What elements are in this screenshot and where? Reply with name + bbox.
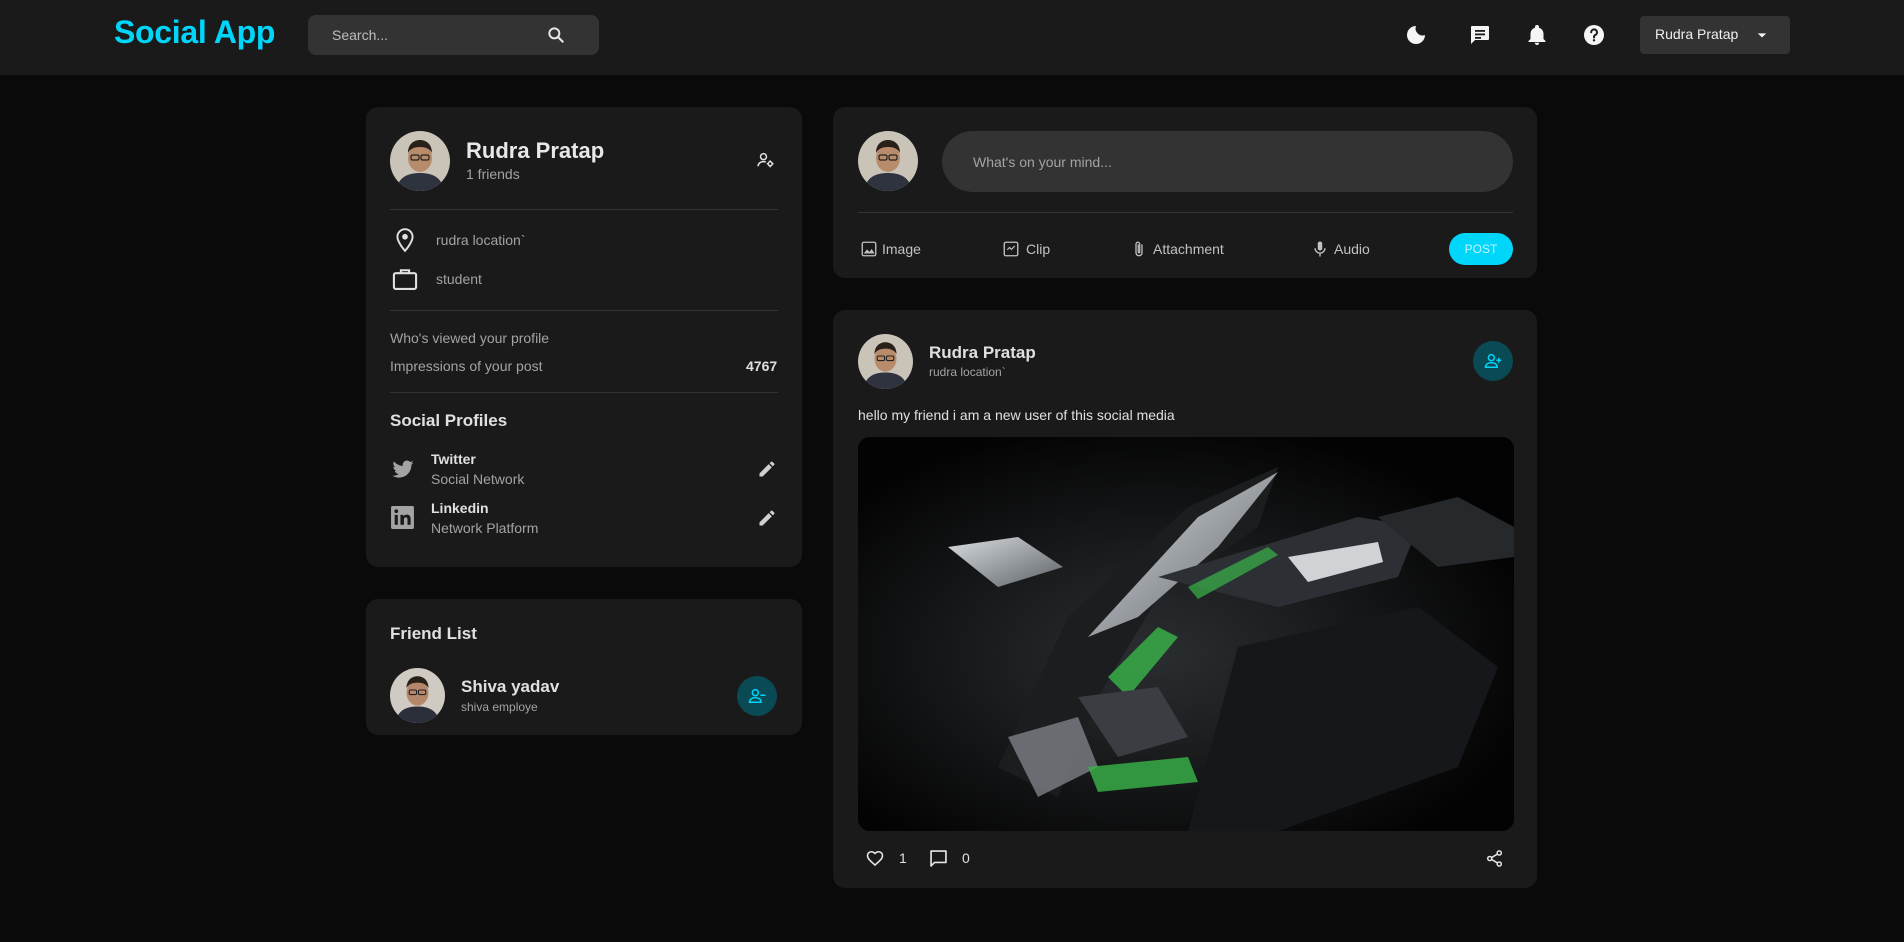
search-box bbox=[308, 15, 599, 55]
clip-option[interactable]: Clip bbox=[1002, 238, 1072, 260]
microphone-icon bbox=[1314, 241, 1326, 257]
search-icon[interactable] bbox=[546, 25, 566, 45]
post-image[interactable] bbox=[858, 437, 1514, 831]
image-option-label: Image bbox=[882, 241, 921, 257]
user-select-value: Rudra Pratap bbox=[1655, 26, 1739, 42]
attachment-option[interactable]: Attachment bbox=[1130, 238, 1240, 260]
friend-avatar[interactable] bbox=[390, 668, 445, 723]
profile-location: rudra location` bbox=[436, 232, 526, 248]
post-author-avatar[interactable] bbox=[858, 334, 913, 389]
person-add-icon bbox=[1484, 353, 1502, 368]
share-icon[interactable] bbox=[1485, 849, 1504, 868]
work-icon bbox=[392, 269, 418, 290]
friend-name[interactable]: Shiva yadav bbox=[461, 677, 559, 697]
manage-accounts-icon[interactable] bbox=[756, 150, 776, 170]
social-profiles-title: Social Profiles bbox=[390, 411, 508, 430]
user-select-dropdown[interactable]: Rudra Pratap bbox=[1640, 16, 1790, 54]
notifications-icon[interactable] bbox=[1525, 23, 1549, 47]
like-icon[interactable] bbox=[864, 848, 886, 868]
profile-name[interactable]: Rudra Pratap bbox=[466, 138, 604, 164]
remove-friend-button[interactable] bbox=[737, 676, 777, 716]
clip-option-label: Clip bbox=[1026, 241, 1051, 257]
post-author-location: rudra location` bbox=[929, 365, 1006, 379]
friend-subtitle: shiva employe bbox=[461, 700, 538, 714]
person-remove-icon bbox=[748, 688, 766, 703]
add-friend-button[interactable] bbox=[1473, 341, 1513, 381]
impressions-label: Impressions of your post bbox=[390, 358, 543, 374]
social-name-twitter: Twitter bbox=[431, 451, 476, 467]
help-icon[interactable] bbox=[1582, 23, 1606, 47]
comment-count: 0 bbox=[962, 850, 970, 866]
impressions-value: 4767 bbox=[746, 358, 778, 374]
twitter-icon bbox=[392, 460, 414, 478]
audio-option[interactable]: Audio bbox=[1311, 238, 1391, 260]
social-name-linkedin: Linkedin bbox=[431, 500, 489, 516]
message-icon[interactable] bbox=[1468, 23, 1492, 47]
profile-divider bbox=[390, 209, 778, 210]
audio-option-label: Audio bbox=[1334, 241, 1370, 257]
friends-count: 1 friends bbox=[466, 166, 520, 182]
profile-divider bbox=[390, 392, 778, 393]
top-navbar: Social App Rudra Pratap bbox=[0, 0, 1904, 75]
post-button[interactable]: POST bbox=[1449, 233, 1513, 265]
profile-occupation: student bbox=[436, 271, 482, 287]
attachment-option-label: Attachment bbox=[1153, 241, 1224, 257]
chevron-down-icon bbox=[1757, 33, 1767, 38]
social-sub-twitter: Social Network bbox=[431, 471, 525, 487]
post-text: hello my friend i am a new user of this … bbox=[858, 407, 1175, 423]
profile-avatar[interactable] bbox=[390, 131, 450, 191]
search-input[interactable] bbox=[332, 15, 552, 55]
dark-mode-icon[interactable] bbox=[1404, 23, 1428, 47]
like-count: 1 bbox=[899, 850, 907, 866]
location-icon bbox=[396, 228, 414, 253]
viewed-label: Who's viewed your profile bbox=[390, 330, 550, 346]
post-input[interactable] bbox=[942, 131, 1513, 192]
attachment-icon bbox=[1135, 241, 1143, 257]
edit-icon[interactable] bbox=[757, 508, 777, 528]
edit-icon[interactable] bbox=[757, 459, 777, 479]
app-logo[interactable]: Social App bbox=[114, 14, 275, 51]
composer-avatar[interactable] bbox=[858, 131, 918, 191]
comment-icon[interactable] bbox=[928, 848, 949, 869]
linkedin-icon bbox=[391, 506, 414, 529]
gif-box-icon bbox=[1003, 241, 1019, 257]
post-author-name[interactable]: Rudra Pratap bbox=[929, 343, 1036, 363]
social-sub-linkedin: Network Platform bbox=[431, 520, 539, 536]
composer-divider bbox=[858, 212, 1513, 213]
friend-list-title: Friend List bbox=[390, 624, 477, 643]
profile-divider bbox=[390, 310, 778, 311]
image-option[interactable]: Image bbox=[860, 238, 940, 260]
image-icon bbox=[861, 241, 877, 257]
